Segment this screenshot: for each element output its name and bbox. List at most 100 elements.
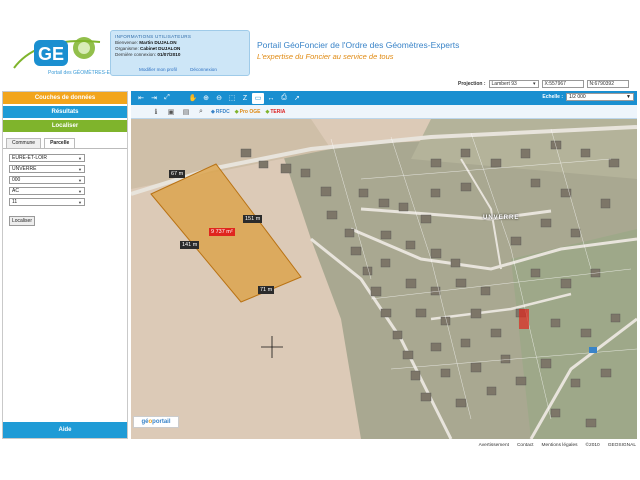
localiser-button[interactable]: Localiser: [9, 216, 35, 226]
scale-label: Echelle :: [542, 94, 563, 100]
prefixe-value: 000: [12, 177, 21, 183]
distance-icon[interactable]: ↔: [265, 93, 277, 104]
measure-area-icon[interactable]: ▭: [252, 92, 264, 104]
edge-length-label-4: 71 m: [258, 286, 275, 294]
scale-value: 1/2 000: [569, 94, 586, 100]
localiser-accordion[interactable]: Localiser: [3, 120, 127, 134]
numero-select[interactable]: 11 ▼: [9, 198, 85, 206]
parcel-area-label: 9 737 m²: [209, 228, 235, 236]
section-select[interactable]: AC ▼: [9, 187, 85, 195]
section-value: AC: [12, 188, 19, 194]
layer-teria-label: TERIA: [270, 108, 286, 115]
layers-toolbar: ℹ ▣ ▤ ⌕ ◆ RFDC ◆ Pro OGE ◆ TERIA: [131, 105, 637, 119]
chevron-down-icon: ▼: [78, 177, 82, 183]
chevron-down-icon: ▼: [78, 155, 82, 161]
layer-rfdc-toggle[interactable]: ◆ RFDC: [211, 109, 230, 115]
footer-avertissement-link[interactable]: Avertissement: [479, 443, 509, 451]
footer-geosignal-link[interactable]: GEOSIGNAL: [608, 443, 636, 451]
departement-value: EURE-ET-LOIR: [12, 155, 48, 161]
modify-profile-link[interactable]: Modifier mon profil: [139, 67, 177, 72]
chevron-down-icon: ▼: [78, 199, 82, 205]
localiser-tabs: Commune Parcelle: [3, 138, 127, 148]
pan-hand-icon[interactable]: ✋: [187, 93, 199, 104]
export-icon[interactable]: ➚: [291, 93, 303, 104]
info-icon[interactable]: ℹ: [151, 107, 161, 117]
left-panel: Couches de données Résultats Localiser C…: [2, 91, 128, 439]
save-icon[interactable]: ▣: [166, 107, 176, 117]
measure-icon[interactable]: Z: [239, 93, 251, 104]
layer-teria-toggle[interactable]: ◆ TERIA: [265, 109, 285, 115]
chevron-down-icon: ▼: [78, 166, 82, 172]
print-icon[interactable]: ⎙: [278, 93, 290, 104]
footer-mentions-link[interactable]: Mentions légales: [542, 443, 578, 451]
numero-value: 11: [12, 199, 18, 205]
tab-commune[interactable]: Commune: [6, 138, 42, 148]
edge-length-label-2: 151 m: [243, 215, 263, 223]
zoom-box-icon[interactable]: ⬚: [226, 93, 238, 104]
app-root: GE Portail des GÉOMÈTRES-EXPERTS INFORMA…: [0, 0, 640, 480]
last-connection-value: 01/07/2010: [157, 52, 181, 57]
portal-subtitle: L'expertise du Foncier au service de tou…: [257, 52, 394, 61]
chevron-down-icon: ▼: [78, 188, 82, 194]
y-coordinate-field: N:6790392: [586, 80, 629, 88]
edge-length-label-1: 67 m: [169, 170, 186, 178]
layer-pro-label: Pro OGE: [239, 108, 261, 115]
layer-icon: ◆: [211, 108, 215, 115]
last-connection-label: Dernière connexion:: [115, 52, 157, 57]
geoportail-logo-prefix: gé: [141, 419, 149, 425]
scale-control: Echelle : 1/2 000 ▼: [542, 93, 634, 101]
footer-copyright: ©2010: [585, 443, 600, 448]
commune-value: UNVERRE: [12, 166, 37, 172]
next-view-icon[interactable]: ⇥: [148, 93, 160, 104]
edge-length-label-3: 141 m: [180, 241, 200, 249]
projection-select[interactable]: Lambert 93 ▾: [488, 80, 539, 88]
departement-select[interactable]: EURE-ET-LOIR ▼: [9, 154, 85, 162]
projection-label: Projection :: [458, 81, 486, 87]
search-icon[interactable]: ⌕: [196, 107, 206, 117]
place-name-label: UNVERRE: [483, 215, 520, 221]
layer-rfdc-label: RFDC: [215, 108, 230, 115]
layers-icon[interactable]: ▤: [181, 107, 191, 117]
chevron-down-icon: ▾: [533, 81, 536, 87]
portal-title: Portail GéoFoncier de l'Ordre des Géomèt…: [257, 40, 460, 50]
last-connection-row: Dernière connexion: 01/07/2010: [115, 52, 245, 57]
chevron-down-icon: ▼: [626, 94, 631, 100]
projection-bar: Projection : Lambert 93 ▾ X:557967 N:6790…: [458, 79, 629, 89]
footer: Avertissement Contact Mentions légales ©…: [0, 443, 640, 451]
zoom-out-icon[interactable]: ⊖: [213, 93, 225, 104]
geoportail-logo-suffix: portail: [152, 419, 171, 425]
user-info-box: INFORMATIONS UTILISATEURS Bienvenue: Mar…: [110, 30, 250, 76]
layer-icon: ◆: [234, 108, 239, 115]
logout-link[interactable]: Déconnexion: [190, 67, 217, 72]
scale-select[interactable]: 1/2 000 ▼: [566, 93, 634, 101]
resultats-accordion[interactable]: Résultats: [3, 106, 127, 120]
aerial-imagery: [131, 119, 637, 439]
svg-text:GE: GE: [38, 44, 64, 64]
layer-icon: ◆: [265, 108, 270, 115]
map-canvas[interactable]: 67 m 151 m 141 m 71 m 9 737 m²: [131, 119, 637, 439]
header: GE Portail des GÉOMÈTRES-EXPERTS INFORMA…: [0, 0, 640, 80]
user-info-title: INFORMATIONS UTILISATEURS: [115, 34, 192, 39]
tab-parcelle[interactable]: Parcelle: [44, 138, 76, 148]
prefixe-select[interactable]: 000 ▼: [9, 176, 85, 184]
x-coordinate-field: X:557967: [541, 80, 584, 88]
projection-value: Lambert 93: [491, 81, 517, 87]
couches-accordion[interactable]: Couches de données: [3, 92, 127, 106]
layer-pro-toggle[interactable]: ◆ Pro OGE: [235, 109, 261, 115]
map-toolbar: ⇤ ⇥ ⤢ ✋ ⊕ ⊖ ⬚ Z ▭ ↔ ⎙ ➚ Echelle : 1/2 00…: [131, 91, 637, 105]
org-row: Organisme: Cabinet DUJALON: [115, 46, 245, 51]
commune-select[interactable]: UNVERRE ▼: [9, 165, 85, 173]
geoportail-logo[interactable]: gé o portail: [133, 416, 179, 428]
user-links: Modifier mon profil Déconnexion: [139, 67, 229, 72]
org-label: Organisme:: [115, 46, 139, 51]
separator: [174, 93, 186, 104]
parcelle-form: EURE-ET-LOIR ▼ UNVERRE ▼ 000 ▼ AC ▼ 11 ▼ Loca…: [3, 148, 127, 231]
welcome-label: Bienvenue:: [115, 40, 138, 45]
footer-contact-link[interactable]: Contact: [517, 443, 534, 451]
org-value: Cabinet DUJALON: [140, 46, 181, 51]
previous-view-icon[interactable]: ⇤: [135, 93, 147, 104]
aide-button[interactable]: Aide: [3, 422, 127, 438]
zoom-in-icon[interactable]: ⊕: [200, 93, 212, 104]
full-extent-icon[interactable]: ⤢: [161, 93, 173, 104]
welcome-value: Martin DUJALON: [139, 40, 177, 45]
